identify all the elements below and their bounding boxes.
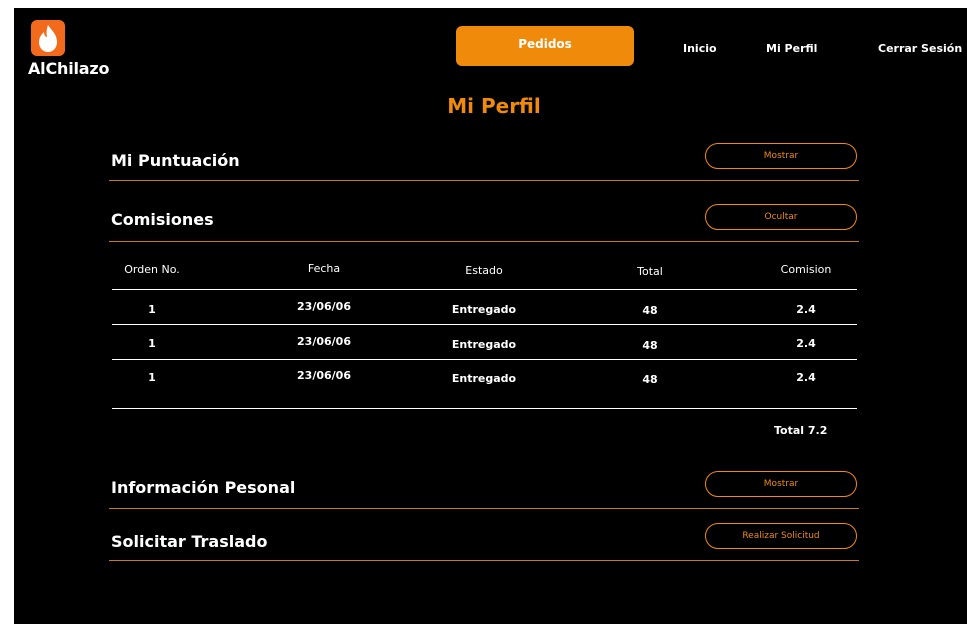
cell-comision: 2.4: [796, 337, 816, 350]
column-header-orden: Orden No.: [124, 263, 180, 276]
brand-name: AlChilazo: [28, 59, 110, 78]
cell-orden: 1: [148, 371, 156, 384]
divider: [109, 180, 859, 181]
section-title-comisiones: Comisiones: [111, 210, 214, 229]
row-divider: [112, 324, 857, 325]
cell-fecha: 23/06/06: [297, 335, 351, 348]
mostrar-puntuacion-button[interactable]: Mostrar: [705, 143, 857, 169]
ocultar-comisiones-button[interactable]: Ocultar: [705, 204, 857, 230]
mostrar-informacion-button[interactable]: Mostrar: [705, 471, 857, 497]
cell-comision: 2.4: [796, 371, 816, 384]
column-header-fecha: Fecha: [307, 262, 341, 275]
flame-icon[interactable]: [31, 20, 65, 56]
divider: [109, 560, 859, 561]
nav-inicio-link[interactable]: Inicio: [683, 42, 717, 55]
cell-fecha: 23/06/06: [297, 369, 351, 382]
section-title-puntuacion: Mi Puntuación: [111, 151, 240, 170]
divider: [109, 508, 859, 509]
realizar-solicitud-button[interactable]: Realizar Solicitud: [705, 523, 857, 549]
cell-estado: Entregado: [451, 372, 517, 385]
nav-mi-perfil-link[interactable]: Mi Perfil: [766, 42, 817, 55]
divider: [109, 241, 859, 242]
cell-fecha: 23/06/06: [297, 300, 351, 313]
table-bottom-divider: [112, 408, 857, 409]
row-divider: [112, 359, 857, 360]
app-window: AlChilazo Pedidos Inicio Mi Perfil Cerra…: [14, 8, 967, 624]
section-title-traslado: Solicitar Traslado: [111, 532, 268, 551]
column-header-estado: Estado: [465, 264, 503, 277]
cell-orden: 1: [148, 337, 156, 350]
cell-total: 48: [642, 304, 658, 317]
row-divider: [112, 289, 857, 290]
cell-total: 48: [642, 339, 658, 352]
cell-orden: 1: [148, 303, 156, 316]
commission-total: Total 7.2: [774, 424, 828, 437]
cell-comision: 2.4: [796, 303, 816, 316]
cell-estado: Entregado: [451, 338, 517, 351]
nav-cerrar-sesion-link[interactable]: Cerrar Sesión: [878, 42, 962, 55]
nav-pedidos-button[interactable]: Pedidos: [456, 26, 634, 66]
cell-total: 48: [642, 373, 658, 386]
page-title: Mi Perfil: [447, 94, 541, 118]
section-title-informacion: Información Pesonal: [111, 478, 296, 497]
column-header-comision: Comision: [780, 263, 832, 276]
column-header-total: Total: [637, 265, 663, 278]
cell-estado: Entregado: [451, 303, 517, 316]
